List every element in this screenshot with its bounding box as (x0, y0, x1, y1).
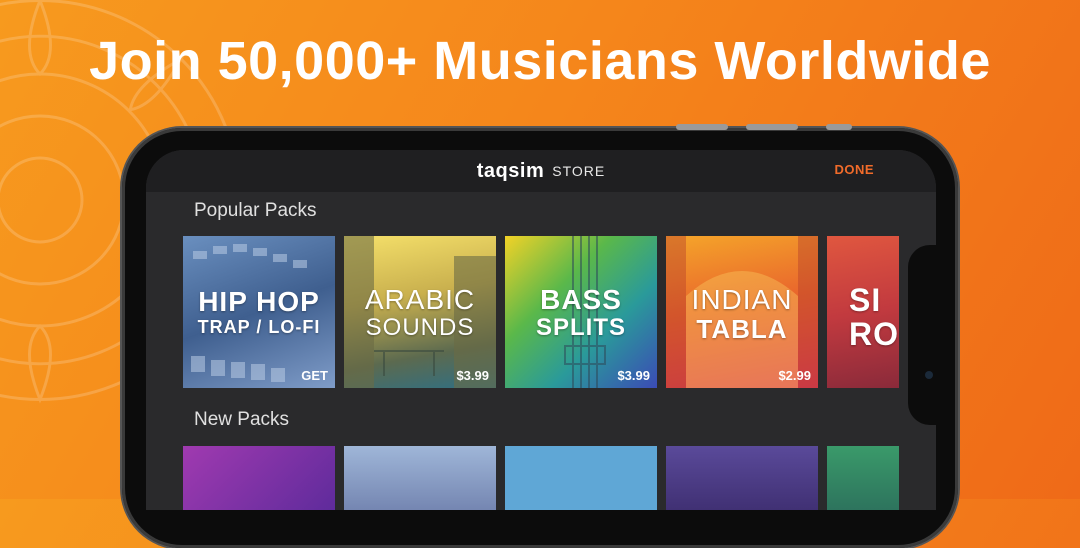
phone-side-button (826, 124, 852, 130)
new-pack-card[interactable] (183, 446, 335, 510)
pack-price[interactable]: $3.99 (617, 368, 650, 383)
new-pack-card[interactable] (827, 446, 899, 510)
pack-card-arabic[interactable]: ARABIC SOUNDS $3.99 (344, 236, 496, 388)
pack-subtitle: TABLA (696, 314, 788, 344)
pack-card-hip-hop[interactable]: HIP HOP TRAP / LO-FI GET (183, 236, 335, 388)
pack-title: INDIAN (691, 284, 793, 315)
new-pack-card[interactable] (505, 446, 657, 510)
new-packs-title: New Packs (194, 409, 290, 430)
done-button[interactable]: DONE (834, 162, 874, 177)
camera-icon (925, 371, 933, 379)
pack-title: SI (849, 282, 882, 318)
pack-price[interactable]: $3.99 (456, 368, 489, 383)
pack-subtitle: TRAP / LO-FI (197, 317, 321, 337)
pack-title: ARABIC (364, 284, 476, 315)
pack-subtitle: SOUNDS (365, 314, 475, 341)
pack-title: BASS (540, 284, 622, 315)
get-button[interactable]: GET (301, 368, 328, 383)
store-header: taqsim STORE DONE (146, 150, 936, 192)
phone-screen: taqsim STORE DONE Popular Packs HIP HOP … (146, 150, 936, 510)
store-label: STORE (552, 163, 606, 179)
pack-card-indian[interactable]: INDIAN TABLA $2.99 (666, 236, 818, 388)
brand-logo: taqsim (476, 159, 545, 182)
pack-subtitle: SPLITS (535, 314, 626, 341)
popular-packs-row: HIP HOP TRAP / LO-FI GET ARABIC SOUNDS $… (183, 236, 899, 388)
new-pack-card[interactable] (666, 446, 818, 510)
new-packs-row (183, 446, 899, 510)
headline: Join 50,000+ Musicians Worldwide (89, 31, 991, 91)
new-pack-card[interactable] (344, 446, 496, 510)
popular-packs-title: Popular Packs (194, 200, 317, 221)
pack-title: HIP HOP (198, 286, 320, 317)
pack-card-bass[interactable]: BASS SPLITS $3.99 (505, 236, 657, 388)
pack-card-partial[interactable]: SI RO (827, 236, 899, 388)
pack-subtitle: RO (849, 316, 899, 352)
phone-side-button (746, 124, 798, 130)
phone-side-button (676, 124, 728, 130)
phone-notch (908, 245, 948, 425)
pack-price[interactable]: $2.99 (778, 368, 811, 383)
